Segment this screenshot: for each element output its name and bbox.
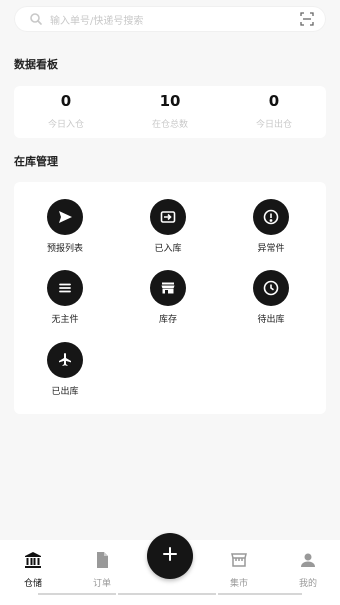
shipped-button[interactable]: 已出库	[25, 342, 105, 404]
grid-label: 无主件	[51, 315, 79, 325]
inbox-in-icon	[150, 199, 186, 235]
grid-label: 预报列表	[46, 244, 83, 254]
stat-label: 在仓总数	[151, 120, 188, 130]
grid-label: 异常件	[257, 244, 285, 254]
grid-label: 待出库	[257, 315, 285, 325]
airplane-icon	[47, 342, 83, 378]
tab-label: 集市	[229, 579, 248, 589]
exception-button[interactable]: 异常件	[231, 199, 311, 261]
stat-label: 今日入仓	[47, 120, 84, 130]
person-icon	[298, 550, 318, 574]
warehouse-icon	[23, 550, 43, 574]
document-icon	[92, 550, 112, 574]
tab-label: 订单	[92, 579, 111, 589]
clock-icon	[253, 270, 289, 306]
add-button[interactable]	[147, 533, 193, 579]
stat-today-out[interactable]: 0 今日出仓	[222, 86, 326, 138]
tab-warehouse[interactable]: 仓储	[5, 550, 61, 589]
plus-icon	[162, 546, 178, 566]
pending-outbound-button[interactable]: 待出库	[231, 270, 311, 332]
search-bar[interactable]: 输入单号/快递号搜索	[14, 6, 326, 32]
tab-divider	[118, 593, 216, 595]
market-icon	[229, 550, 249, 574]
dashboard-title: 数据看板	[14, 58, 58, 71]
tab-divider	[38, 593, 116, 595]
stat-today-in[interactable]: 0 今日入仓	[14, 86, 118, 138]
grid-label: 已入库	[154, 244, 182, 254]
list-icon	[47, 270, 83, 306]
search-icon	[28, 11, 44, 27]
grid-label: 库存	[158, 315, 177, 325]
scan-icon[interactable]	[298, 10, 316, 28]
stats-card: 0 今日入仓 10 在仓总数 0 今日出仓	[14, 86, 326, 138]
tab-mine[interactable]: 我的	[280, 550, 336, 589]
received-button[interactable]: 已入库	[128, 199, 208, 261]
stat-label: 今日出仓	[255, 120, 292, 130]
alert-circle-icon	[253, 199, 289, 235]
grid-label: 已出库	[51, 387, 79, 397]
forecast-list-button[interactable]: 预报列表	[25, 199, 105, 261]
stat-value: 0	[268, 92, 280, 110]
stat-total-in-warehouse[interactable]: 10 在仓总数	[118, 86, 222, 138]
tab-market[interactable]: 集市	[211, 550, 267, 589]
search-input[interactable]: 输入单号/快递号搜索	[50, 12, 298, 27]
unclaimed-button[interactable]: 无主件	[25, 270, 105, 332]
stat-value: 10	[159, 92, 181, 110]
tab-orders[interactable]: 订单	[74, 550, 130, 589]
tab-label: 我的	[298, 579, 317, 589]
stat-value: 0	[60, 92, 72, 110]
management-card: 预报列表 已入库 异常件 无主件 库存 待出库 已出库	[14, 182, 326, 414]
send-icon	[47, 199, 83, 235]
inventory-button[interactable]: 库存	[128, 270, 208, 332]
store-icon	[150, 270, 186, 306]
tab-label: 仓储	[23, 579, 42, 589]
management-title: 在库管理	[14, 155, 58, 168]
tab-divider	[218, 593, 302, 595]
